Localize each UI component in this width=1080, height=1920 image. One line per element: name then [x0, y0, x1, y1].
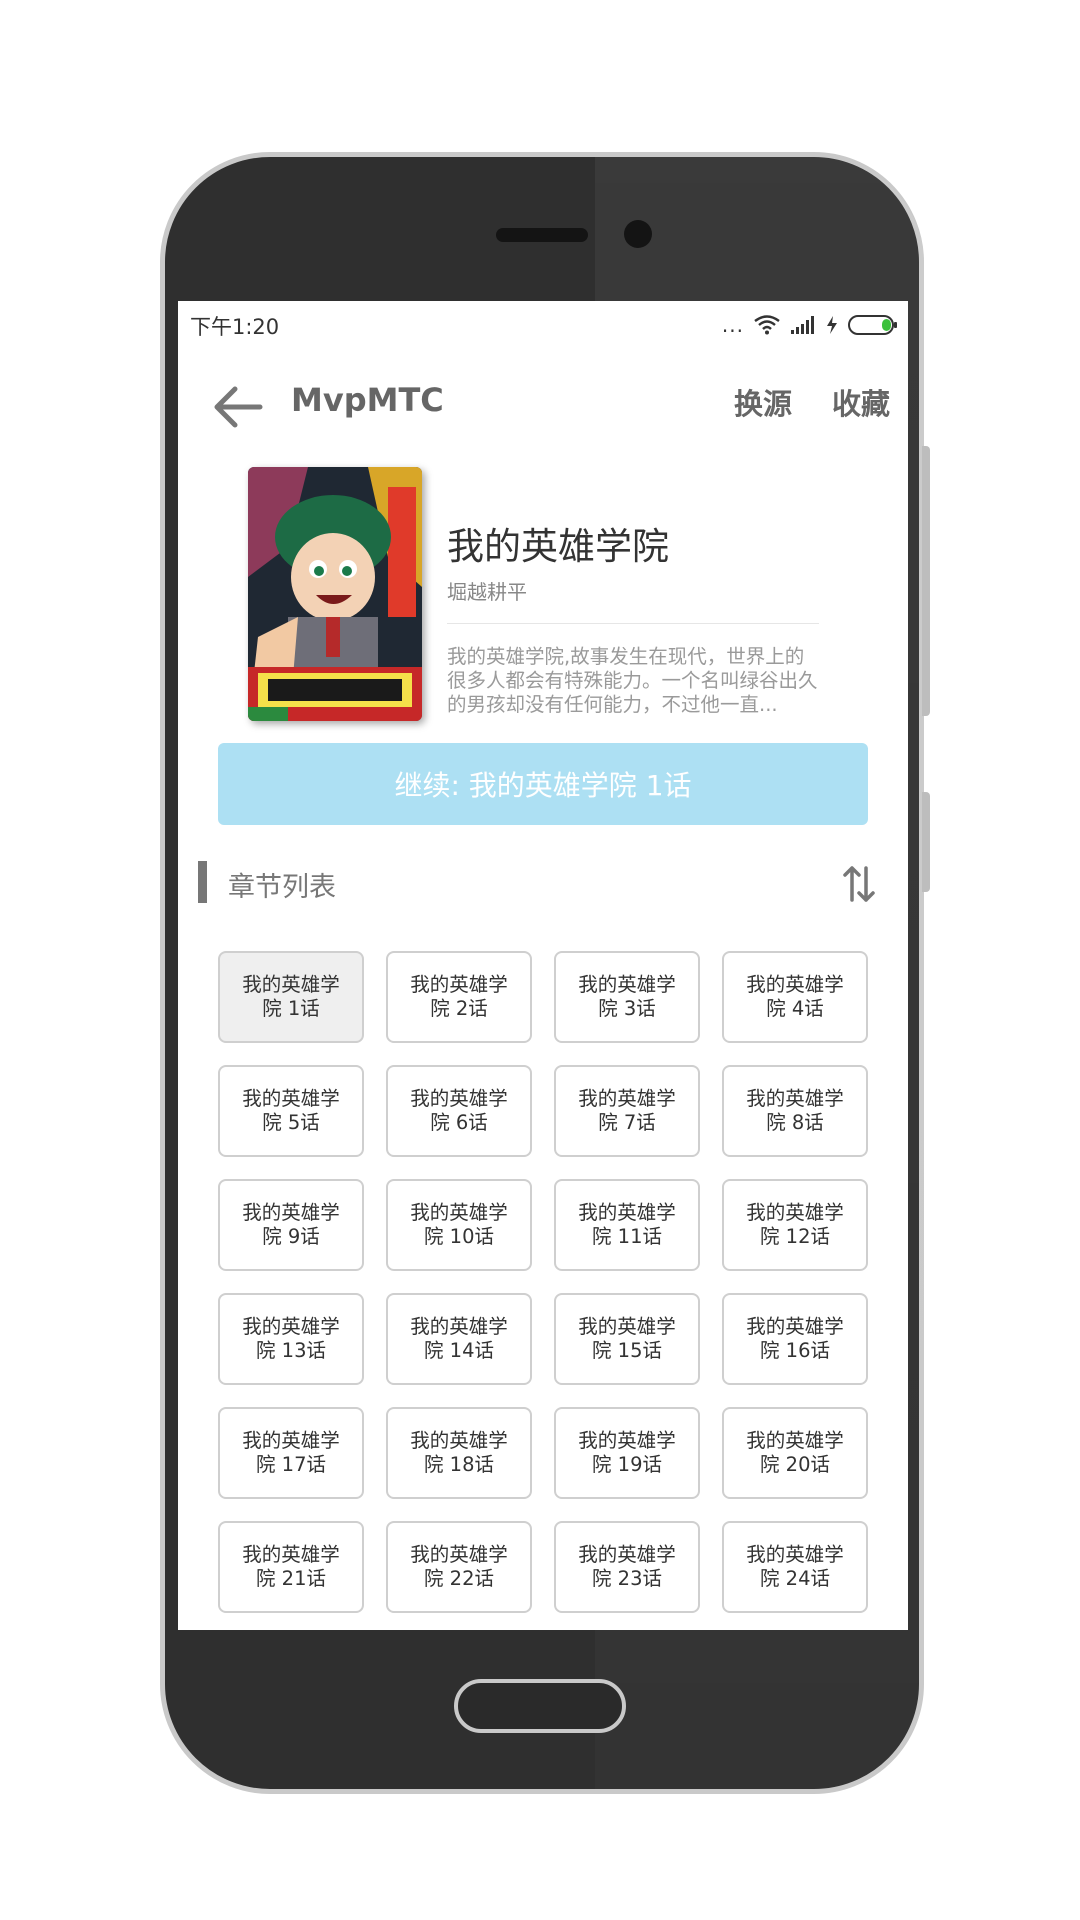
chapter-item[interactable]: 我的英雄学院 5话: [218, 1065, 364, 1157]
battery-icon: [848, 315, 897, 335]
chapter-item[interactable]: 我的英雄学院 7话: [554, 1065, 700, 1157]
chapter-item[interactable]: 我的英雄学院 24话: [722, 1521, 868, 1613]
back-button[interactable]: [208, 377, 268, 437]
volume-button: [922, 446, 930, 716]
chapter-item[interactable]: 我的英雄学院 22话: [386, 1521, 532, 1613]
chapter-item[interactable]: 我的英雄学院 11话: [554, 1179, 700, 1271]
chapter-item[interactable]: 我的英雄学院 16话: [722, 1293, 868, 1385]
chapter-item[interactable]: 我的英雄学院 4话: [722, 951, 868, 1043]
status-bar: 下午1:20 ...: [178, 301, 908, 349]
power-button: [922, 792, 930, 892]
section-indicator: [198, 861, 207, 903]
chapter-item[interactable]: 我的英雄学院 10话: [386, 1179, 532, 1271]
chapter-item[interactable]: 我的英雄学院 12话: [722, 1179, 868, 1271]
signal-icon: [791, 316, 814, 334]
home-button[interactable]: [454, 1679, 626, 1733]
chapter-item[interactable]: 我的英雄学院 14话: [386, 1293, 532, 1385]
comic-title: 我的英雄学院: [447, 525, 669, 568]
chapter-item[interactable]: 我的英雄学院 15话: [554, 1293, 700, 1385]
front-camera: [624, 220, 652, 248]
chapter-grid: 我的英雄学院 1话 我的英雄学院 2话 我的英雄学院 3话 我的英雄学院 4话 我的英雄…: [218, 951, 870, 1613]
chapter-item[interactable]: 我的英雄学院 23话: [554, 1521, 700, 1613]
comic-cover[interactable]: [248, 467, 422, 721]
chapter-item[interactable]: 我的英雄学院 1话: [218, 951, 364, 1043]
continue-reading-button[interactable]: 继续: 我的英雄学院 1话: [218, 743, 868, 825]
app-title: MvpMTC: [291, 381, 444, 419]
more-dots-icon: ...: [721, 313, 744, 337]
chapter-item[interactable]: 我的英雄学院 18话: [386, 1407, 532, 1499]
chapter-item[interactable]: 我的英雄学院 2话: [386, 951, 532, 1043]
status-time: 下午1:20: [190, 315, 280, 339]
chapter-item[interactable]: 我的英雄学院 19话: [554, 1407, 700, 1499]
chapter-item[interactable]: 我的英雄学院 17话: [218, 1407, 364, 1499]
charging-icon: [827, 316, 837, 334]
app-screen: 下午1:20 ... MvpMTC 换源 收藏 我的英雄学院 堀越耕平 我的英雄…: [178, 301, 908, 1630]
switch-source-button[interactable]: 换源: [734, 381, 792, 423]
chapter-item[interactable]: 我的英雄学院 3话: [554, 951, 700, 1043]
chapter-item[interactable]: 我的英雄学院 6话: [386, 1065, 532, 1157]
cover-illustration: [248, 467, 422, 721]
chapter-item[interactable]: 我的英雄学院 21话: [218, 1521, 364, 1613]
comic-description[interactable]: 我的英雄学院,故事发生在现代，世界上的很多人都会有特殊能力。一个名叫绿谷出久的男…: [447, 645, 821, 717]
info-divider: [447, 623, 819, 624]
chapter-item[interactable]: 我的英雄学院 13话: [218, 1293, 364, 1385]
toolbar: MvpMTC 换源 收藏: [178, 349, 908, 469]
wifi-icon: [754, 315, 780, 335]
sort-arrows-icon: [843, 866, 875, 902]
chapter-item[interactable]: 我的英雄学院 8话: [722, 1065, 868, 1157]
chapter-item[interactable]: 我的英雄学院 9话: [218, 1179, 364, 1271]
chapter-item[interactable]: 我的英雄学院 20话: [722, 1407, 868, 1499]
chapter-list-title: 章节列表: [228, 872, 336, 903]
favorite-button[interactable]: 收藏: [832, 381, 890, 423]
sort-button[interactable]: [836, 861, 882, 907]
arrow-back-icon: [214, 386, 263, 428]
comic-author: 堀越耕平: [447, 580, 527, 604]
earpiece-speaker: [496, 228, 588, 242]
status-icons: ...: [722, 313, 898, 337]
